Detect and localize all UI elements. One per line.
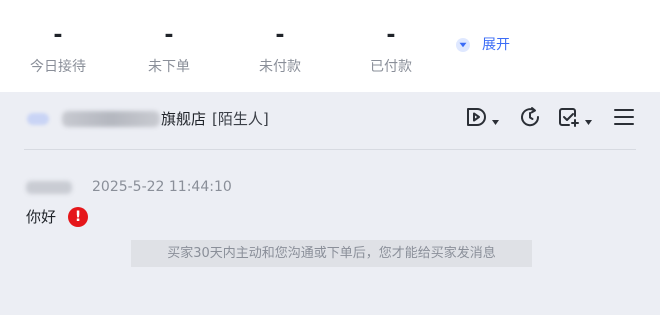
stat-value: - bbox=[164, 23, 174, 48]
task-check-icon bbox=[557, 105, 581, 133]
stranger-tag: [陌生人] bbox=[212, 110, 269, 128]
refresh-icon bbox=[518, 105, 542, 133]
video-invite-icon bbox=[464, 105, 488, 133]
chevron-down-circle-icon bbox=[456, 38, 470, 52]
chat-header: 旗舰店 [陌生人] bbox=[24, 92, 636, 150]
stat-paid[interactable]: - 已付款 bbox=[336, 18, 446, 82]
shop-name-text: 旗舰店 bbox=[161, 110, 207, 128]
stat-label: 已付款 bbox=[370, 59, 412, 75]
stat-value: - bbox=[53, 23, 63, 48]
stat-unpaid[interactable]: - 未付款 bbox=[225, 18, 335, 82]
system-notice: 买家30天内主动和您沟通或下单后，您才能给买家发消息 bbox=[131, 240, 532, 267]
send-failed-icon[interactable]: ! bbox=[68, 207, 89, 227]
chevron-down-icon bbox=[585, 110, 592, 129]
stat-label: 未下单 bbox=[148, 59, 190, 75]
customer-service-panel: - 今日接待 - 未下单 - 未付款 - 已付款 展开 旗舰店 [陌生人] 20… bbox=[0, 0, 660, 315]
stats-bar: - 今日接待 - 未下单 - 未付款 - 已付款 展开 bbox=[0, 0, 660, 92]
stat-today-reception[interactable]: - 今日接待 bbox=[3, 18, 113, 82]
stat-label: 未付款 bbox=[259, 59, 301, 75]
stat-label: 今日接待 bbox=[30, 59, 86, 75]
shop-avatar bbox=[27, 113, 49, 125]
redacted-sender-name bbox=[26, 180, 72, 194]
refresh-button[interactable] bbox=[518, 106, 542, 132]
expand-label: 展开 bbox=[482, 37, 510, 53]
menu-icon bbox=[612, 105, 636, 133]
stat-value: - bbox=[275, 23, 285, 48]
video-invite-button[interactable] bbox=[464, 106, 499, 132]
menu-button[interactable] bbox=[612, 106, 636, 132]
chevron-down-icon bbox=[492, 110, 499, 129]
shop-name[interactable]: 旗舰店 [陌生人] bbox=[161, 109, 269, 129]
stat-value: - bbox=[386, 23, 396, 48]
message-time: 2025-5-22 11:44:10 bbox=[92, 179, 232, 195]
chat-area: 旗舰店 [陌生人] 2025-5-22 11:44:10 你好 ! 买家30天内… bbox=[0, 92, 660, 315]
expand-button[interactable]: 展开 bbox=[456, 35, 510, 55]
message-meta: 2025-5-22 11:44:10 bbox=[26, 178, 232, 196]
task-check-button[interactable] bbox=[557, 106, 592, 132]
message-text[interactable]: 你好 bbox=[26, 207, 56, 227]
redacted-shop-name bbox=[62, 111, 160, 127]
message-row: 你好 ! bbox=[26, 206, 89, 228]
stat-not-ordered[interactable]: - 未下单 bbox=[114, 18, 224, 82]
